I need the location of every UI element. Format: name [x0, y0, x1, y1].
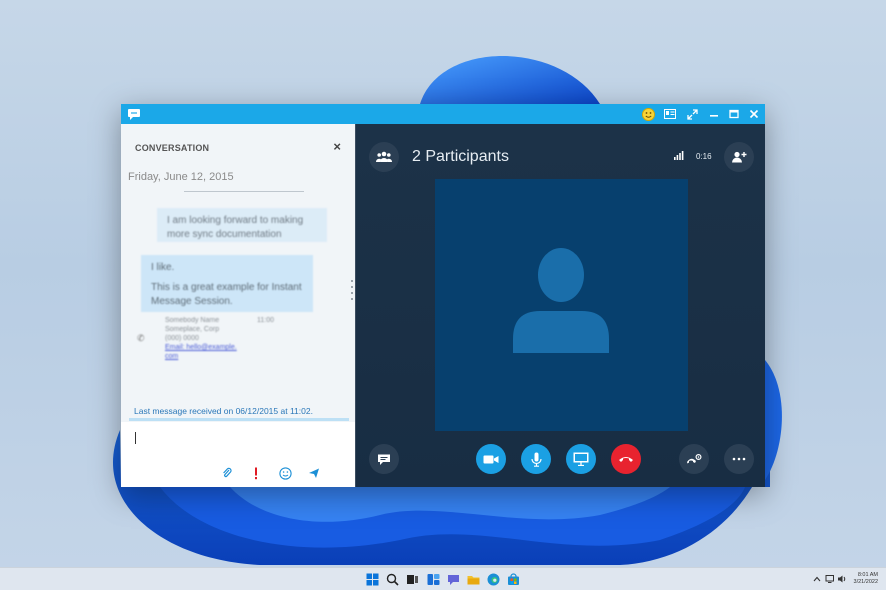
video-pane: 2 Participants 0:16 — [355, 124, 765, 487]
paperclip-icon — [223, 467, 232, 478]
date-divider — [184, 191, 304, 192]
hang-up-button[interactable] — [611, 444, 641, 474]
send-button[interactable] — [307, 466, 321, 480]
high-importance-button[interactable] — [249, 466, 263, 480]
more-options-button[interactable] — [724, 444, 754, 474]
contact-line: Somebody Name — [165, 317, 220, 324]
contact-email-link[interactable]: com — [165, 352, 237, 361]
people-icon — [376, 151, 392, 162]
share-screen-button[interactable] — [566, 444, 596, 474]
chevron-up-icon[interactable] — [813, 575, 821, 583]
chat-icon[interactable] — [447, 573, 460, 586]
phone-hangup-icon — [619, 457, 633, 462]
microphone-icon — [530, 452, 542, 467]
message-text: I like. — [151, 262, 175, 273]
emoticon-button[interactable] — [637, 104, 659, 124]
network-icon[interactable] — [825, 574, 835, 584]
layout-button[interactable] — [659, 104, 681, 124]
title-bar[interactable] — [121, 104, 765, 124]
phone-icon: ✆ — [137, 333, 145, 343]
signal-strength-icon — [674, 151, 684, 160]
file-explorer-icon[interactable] — [467, 573, 480, 586]
add-participant-button[interactable] — [724, 142, 754, 172]
smiley-icon — [641, 107, 655, 121]
speaker-icon[interactable] — [837, 574, 847, 584]
participants-title: 2 Participants — [412, 148, 509, 165]
message-input[interactable] — [121, 422, 355, 487]
call-duration: 0:16 — [696, 152, 712, 161]
store-icon[interactable] — [507, 573, 520, 586]
microphone-button[interactable] — [521, 444, 551, 474]
clock[interactable]: 8:01 AM 3/21/2022 — [848, 572, 878, 586]
exclamation-icon — [255, 467, 257, 479]
conversation-date: Friday, June 12, 2015 — [128, 171, 234, 183]
lync-conversation-window: CONVERSATION × Friday, June 12, 2015 I a… — [121, 104, 765, 487]
widgets-icon[interactable] — [427, 573, 440, 586]
contact-email-link[interactable]: Email: hello@example. — [165, 343, 237, 352]
clock-time: 8:01 AM — [857, 572, 878, 578]
status-divider — [129, 418, 349, 421]
expand-icon — [686, 108, 698, 120]
maximize-icon — [729, 109, 739, 119]
minimize-icon — [710, 115, 718, 117]
monitor-icon — [573, 452, 589, 466]
contact-card-icon — [664, 109, 676, 119]
windows-taskbar: 8:01 AM 3/21/2022 — [0, 567, 886, 590]
edge-browser-icon[interactable] — [487, 573, 500, 586]
last-message-status: Last message received on 06/12/2015 at 1… — [134, 406, 313, 416]
add-person-icon — [732, 151, 747, 163]
message-text: This is a great example for Instant Mess… — [151, 282, 302, 307]
full-screen-button[interactable] — [681, 104, 703, 124]
phone-settings-icon — [687, 453, 702, 464]
contact-line: (000) 0000 — [165, 335, 199, 342]
avatar-placeholder-icon — [513, 248, 609, 353]
close-conversation-button[interactable]: × — [333, 139, 341, 154]
show-conversation-button[interactable] — [369, 444, 399, 474]
participant-video-tile — [435, 179, 688, 431]
video-toggle-button[interactable] — [476, 444, 506, 474]
emoticon-picker-button[interactable] — [278, 466, 292, 480]
contact-line: Someplace, Corp — [165, 326, 220, 333]
text-cursor — [135, 432, 136, 444]
video-camera-icon — [483, 455, 499, 463]
attach-file-button[interactable] — [220, 466, 234, 480]
search-icon[interactable] — [386, 573, 399, 586]
chat-bubble-icon — [378, 454, 390, 465]
start-windows-icon[interactable] — [366, 573, 379, 586]
task-view-icon[interactable] — [406, 573, 419, 586]
message-text: I am looking forward to making more sync… — [167, 215, 304, 240]
pane-resize-grip[interactable] — [350, 280, 353, 300]
conversation-pane: CONVERSATION × Friday, June 12, 2015 I a… — [121, 124, 355, 487]
call-controls-button[interactable] — [679, 444, 709, 474]
maximize-button[interactable] — [723, 104, 745, 124]
conversation-header: CONVERSATION — [135, 143, 210, 153]
minimize-button[interactable] — [703, 104, 725, 124]
more-dots-icon — [732, 457, 746, 461]
contact-card: ✆ Somebody Name Someplace, Corp (000) 00… — [137, 316, 337, 368]
message-bubble: I am looking forward to making more sync… — [157, 208, 327, 242]
close-icon — [749, 109, 759, 119]
lync-app-icon — [128, 109, 140, 120]
message-bubble: I like. This is a great example for Inst… — [141, 255, 313, 312]
send-icon — [309, 468, 319, 478]
contact-time: 11:00 — [257, 317, 274, 324]
clock-date: 3/21/2022 — [853, 579, 878, 585]
participants-button[interactable] — [369, 142, 399, 172]
smiley-icon — [278, 466, 292, 480]
close-window-button[interactable] — [743, 104, 765, 124]
